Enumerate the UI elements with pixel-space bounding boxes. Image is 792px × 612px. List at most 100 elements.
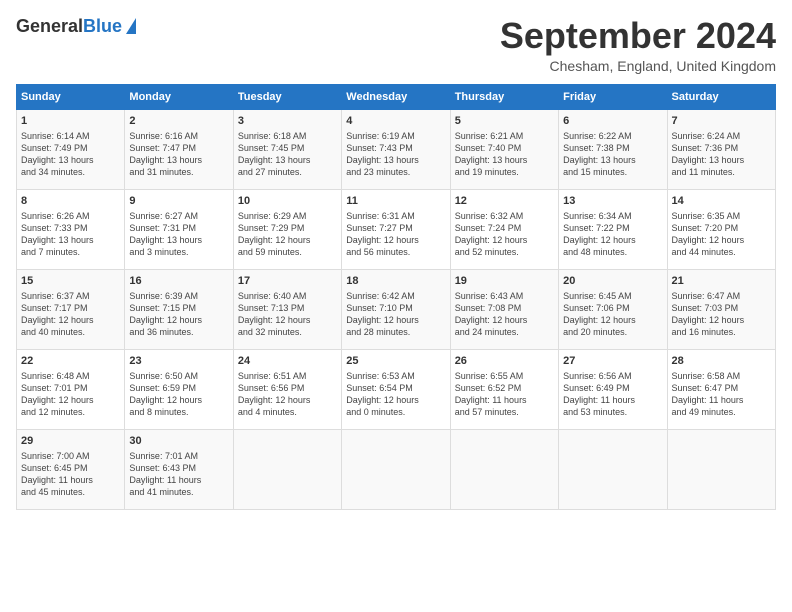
logo-general-text: General [16, 16, 83, 37]
day-info: Sunrise: 6:58 AM Sunset: 6:47 PM Dayligh… [672, 370, 771, 419]
day-header-sunday: Sunday [17, 84, 125, 109]
calendar-cell: 23Sunrise: 6:50 AM Sunset: 6:59 PM Dayli… [125, 349, 233, 429]
day-info: Sunrise: 6:18 AM Sunset: 7:45 PM Dayligh… [238, 130, 337, 179]
page-header: General Blue September 2024 Chesham, Eng… [16, 16, 776, 74]
day-info: Sunrise: 7:00 AM Sunset: 6:45 PM Dayligh… [21, 450, 120, 499]
day-number: 12 [455, 194, 554, 209]
calendar-cell: 11Sunrise: 6:31 AM Sunset: 7:27 PM Dayli… [342, 189, 450, 269]
calendar-cell: 20Sunrise: 6:45 AM Sunset: 7:06 PM Dayli… [559, 269, 667, 349]
day-info: Sunrise: 6:26 AM Sunset: 7:33 PM Dayligh… [21, 210, 120, 259]
day-number: 19 [455, 274, 554, 289]
calendar-cell [559, 429, 667, 509]
calendar-cell: 8Sunrise: 6:26 AM Sunset: 7:33 PM Daylig… [17, 189, 125, 269]
calendar-cell: 27Sunrise: 6:56 AM Sunset: 6:49 PM Dayli… [559, 349, 667, 429]
calendar-cell: 7Sunrise: 6:24 AM Sunset: 7:36 PM Daylig… [667, 109, 775, 189]
calendar-cell: 22Sunrise: 6:48 AM Sunset: 7:01 PM Dayli… [17, 349, 125, 429]
calendar-cell: 5Sunrise: 6:21 AM Sunset: 7:40 PM Daylig… [450, 109, 558, 189]
calendar-table: SundayMondayTuesdayWednesdayThursdayFrid… [16, 84, 776, 510]
calendar-cell: 21Sunrise: 6:47 AM Sunset: 7:03 PM Dayli… [667, 269, 775, 349]
calendar-cell: 13Sunrise: 6:34 AM Sunset: 7:22 PM Dayli… [559, 189, 667, 269]
day-info: Sunrise: 6:50 AM Sunset: 6:59 PM Dayligh… [129, 370, 228, 419]
calendar-week-row: 8Sunrise: 6:26 AM Sunset: 7:33 PM Daylig… [17, 189, 776, 269]
day-number: 21 [672, 274, 771, 289]
day-number: 3 [238, 114, 337, 129]
day-info: Sunrise: 6:16 AM Sunset: 7:47 PM Dayligh… [129, 130, 228, 179]
day-info: Sunrise: 6:40 AM Sunset: 7:13 PM Dayligh… [238, 290, 337, 339]
day-info: Sunrise: 6:27 AM Sunset: 7:31 PM Dayligh… [129, 210, 228, 259]
calendar-cell: 18Sunrise: 6:42 AM Sunset: 7:10 PM Dayli… [342, 269, 450, 349]
day-number: 27 [563, 354, 662, 369]
calendar-week-row: 22Sunrise: 6:48 AM Sunset: 7:01 PM Dayli… [17, 349, 776, 429]
calendar-cell: 10Sunrise: 6:29 AM Sunset: 7:29 PM Dayli… [233, 189, 341, 269]
day-number: 26 [455, 354, 554, 369]
calendar-cell: 12Sunrise: 6:32 AM Sunset: 7:24 PM Dayli… [450, 189, 558, 269]
day-number: 9 [129, 194, 228, 209]
calendar-cell: 4Sunrise: 6:19 AM Sunset: 7:43 PM Daylig… [342, 109, 450, 189]
month-title: September 2024 [500, 16, 776, 56]
day-info: Sunrise: 6:14 AM Sunset: 7:49 PM Dayligh… [21, 130, 120, 179]
day-number: 24 [238, 354, 337, 369]
calendar-cell: 30Sunrise: 7:01 AM Sunset: 6:43 PM Dayli… [125, 429, 233, 509]
logo-triangle-icon [126, 18, 136, 34]
day-number: 5 [455, 114, 554, 129]
day-info: Sunrise: 6:48 AM Sunset: 7:01 PM Dayligh… [21, 370, 120, 419]
calendar-cell: 24Sunrise: 6:51 AM Sunset: 6:56 PM Dayli… [233, 349, 341, 429]
calendar-cell: 17Sunrise: 6:40 AM Sunset: 7:13 PM Dayli… [233, 269, 341, 349]
day-info: Sunrise: 6:34 AM Sunset: 7:22 PM Dayligh… [563, 210, 662, 259]
day-header-saturday: Saturday [667, 84, 775, 109]
day-number: 30 [129, 434, 228, 449]
location-text: Chesham, England, United Kingdom [500, 58, 776, 74]
day-info: Sunrise: 6:35 AM Sunset: 7:20 PM Dayligh… [672, 210, 771, 259]
day-number: 11 [346, 194, 445, 209]
calendar-week-row: 15Sunrise: 6:37 AM Sunset: 7:17 PM Dayli… [17, 269, 776, 349]
day-number: 1 [21, 114, 120, 129]
day-number: 7 [672, 114, 771, 129]
day-number: 4 [346, 114, 445, 129]
day-number: 17 [238, 274, 337, 289]
calendar-cell: 1Sunrise: 6:14 AM Sunset: 7:49 PM Daylig… [17, 109, 125, 189]
day-number: 25 [346, 354, 445, 369]
calendar-cell: 26Sunrise: 6:55 AM Sunset: 6:52 PM Dayli… [450, 349, 558, 429]
day-info: Sunrise: 6:45 AM Sunset: 7:06 PM Dayligh… [563, 290, 662, 339]
calendar-cell: 29Sunrise: 7:00 AM Sunset: 6:45 PM Dayli… [17, 429, 125, 509]
logo-blue-text: Blue [83, 16, 122, 37]
day-info: Sunrise: 6:43 AM Sunset: 7:08 PM Dayligh… [455, 290, 554, 339]
calendar-cell [667, 429, 775, 509]
calendar-week-row: 1Sunrise: 6:14 AM Sunset: 7:49 PM Daylig… [17, 109, 776, 189]
calendar-cell: 25Sunrise: 6:53 AM Sunset: 6:54 PM Dayli… [342, 349, 450, 429]
calendar-cell [233, 429, 341, 509]
calendar-cell: 3Sunrise: 6:18 AM Sunset: 7:45 PM Daylig… [233, 109, 341, 189]
day-info: Sunrise: 6:55 AM Sunset: 6:52 PM Dayligh… [455, 370, 554, 419]
calendar-body: 1Sunrise: 6:14 AM Sunset: 7:49 PM Daylig… [17, 109, 776, 509]
day-number: 18 [346, 274, 445, 289]
day-number: 10 [238, 194, 337, 209]
day-header-monday: Monday [125, 84, 233, 109]
day-number: 29 [21, 434, 120, 449]
day-number: 16 [129, 274, 228, 289]
calendar-cell: 15Sunrise: 6:37 AM Sunset: 7:17 PM Dayli… [17, 269, 125, 349]
day-info: Sunrise: 6:32 AM Sunset: 7:24 PM Dayligh… [455, 210, 554, 259]
calendar-cell [342, 429, 450, 509]
day-header-wednesday: Wednesday [342, 84, 450, 109]
day-number: 8 [21, 194, 120, 209]
day-info: Sunrise: 6:22 AM Sunset: 7:38 PM Dayligh… [563, 130, 662, 179]
day-header-tuesday: Tuesday [233, 84, 341, 109]
day-number: 2 [129, 114, 228, 129]
calendar-cell [450, 429, 558, 509]
day-number: 15 [21, 274, 120, 289]
calendar-cell: 19Sunrise: 6:43 AM Sunset: 7:08 PM Dayli… [450, 269, 558, 349]
title-block: September 2024 Chesham, England, United … [500, 16, 776, 74]
day-info: Sunrise: 6:51 AM Sunset: 6:56 PM Dayligh… [238, 370, 337, 419]
calendar-cell: 6Sunrise: 6:22 AM Sunset: 7:38 PM Daylig… [559, 109, 667, 189]
day-number: 22 [21, 354, 120, 369]
day-info: Sunrise: 6:56 AM Sunset: 6:49 PM Dayligh… [563, 370, 662, 419]
day-info: Sunrise: 6:37 AM Sunset: 7:17 PM Dayligh… [21, 290, 120, 339]
day-info: Sunrise: 6:31 AM Sunset: 7:27 PM Dayligh… [346, 210, 445, 259]
calendar-cell: 9Sunrise: 6:27 AM Sunset: 7:31 PM Daylig… [125, 189, 233, 269]
day-number: 13 [563, 194, 662, 209]
day-info: Sunrise: 6:39 AM Sunset: 7:15 PM Dayligh… [129, 290, 228, 339]
day-number: 20 [563, 274, 662, 289]
day-info: Sunrise: 6:29 AM Sunset: 7:29 PM Dayligh… [238, 210, 337, 259]
days-header-row: SundayMondayTuesdayWednesdayThursdayFrid… [17, 84, 776, 109]
day-info: Sunrise: 6:53 AM Sunset: 6:54 PM Dayligh… [346, 370, 445, 419]
